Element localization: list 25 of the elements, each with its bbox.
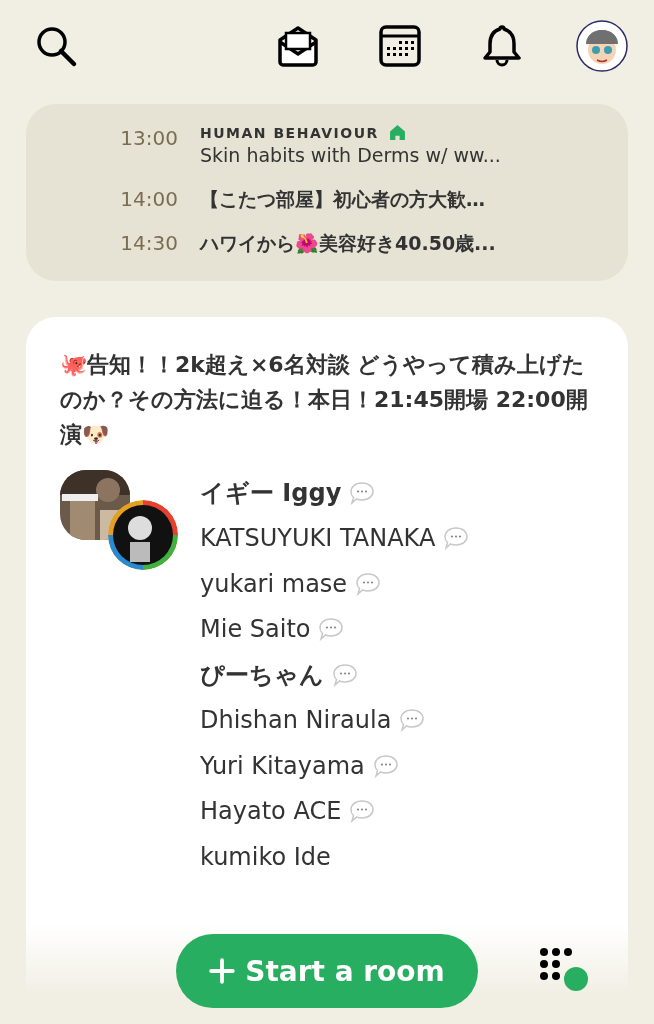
plus-icon bbox=[209, 958, 236, 984]
notification-bell-icon[interactable] bbox=[480, 24, 524, 68]
room-card[interactable]: 🐙告知！！2k超え×6名対談 どうやって積み上げたのか？その方法に迫る！本日！21:45開場 22:00開演🐶 イギー Iggy KATSUYUKI TANAKA yukari mase Mie Saito ぴーちゃん Dhishan Niraula Yuri Kitayama Hayato ACE kumiko Ide bbox=[26, 317, 628, 924]
speaker-name[interactable]: イギー Iggy bbox=[200, 476, 342, 509]
calendar-icon[interactable] bbox=[378, 24, 422, 68]
event-time: 13:00 bbox=[119, 125, 178, 152]
speaker-name[interactable]: Dhishan Niraula bbox=[200, 706, 392, 735]
event-time: 14:00 bbox=[119, 186, 178, 213]
event-title: 【こたつ部屋】初心者の方大歓… bbox=[200, 187, 485, 212]
event-time: 14:30 bbox=[119, 230, 178, 257]
event-title: ハワイから🌺美容好き40.50歳... bbox=[200, 231, 496, 256]
speaker-name[interactable]: ぴーちゃん bbox=[200, 658, 324, 691]
profile-avatar[interactable] bbox=[576, 20, 628, 72]
envelope-icon[interactable] bbox=[276, 24, 320, 68]
speaker-name[interactable]: yukari mase bbox=[200, 569, 348, 598]
speaker-name[interactable]: kumiko Ide bbox=[200, 842, 331, 871]
event-title: Skin habits with Derms w/ ww... bbox=[200, 143, 501, 168]
speaker-name[interactable]: Hayato ACE bbox=[200, 797, 342, 826]
speaker-name[interactable]: KATSUYUKI TANAKA bbox=[200, 524, 436, 553]
speaker-name[interactable]: Mie Saito bbox=[200, 615, 311, 644]
club-name: HUMAN BEHAVIOUR bbox=[200, 124, 379, 141]
speaker-name[interactable]: Yuri Kitayama bbox=[200, 751, 365, 780]
search-icon[interactable] bbox=[34, 24, 78, 68]
schedule-card[interactable]: 13:00 HUMAN BEHAVIOUR Skin habits with Derms w/ ww... 14:00 【こたつ部屋】初心者の方大歓… 14:30 ハワイから🌺美容好き40.50歳... bbox=[26, 104, 628, 281]
room-title: 🐙告知！！2k超え×6名対談 どうやって積み上げたのか？その方法に迫る！本日！21:45開場 22:00開演🐶 bbox=[60, 351, 589, 449]
